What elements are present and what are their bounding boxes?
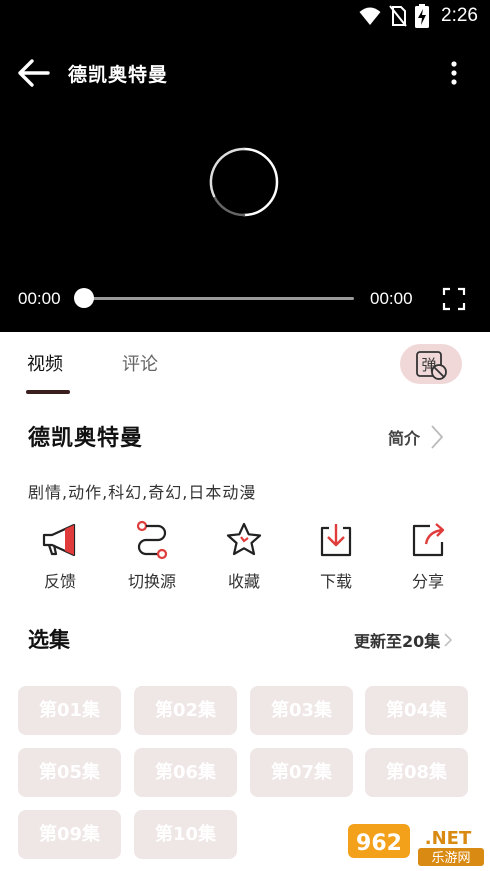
favorite-label: 收藏 <box>227 572 260 591</box>
seek-bar[interactable] <box>84 297 354 300</box>
status-bar: 2:26 <box>0 0 490 32</box>
player-top-bar: 德凯奥特曼 <box>0 52 490 92</box>
svg-text:962: 962 <box>356 831 402 856</box>
battery-charging-icon <box>415 4 430 28</box>
download-button[interactable]: 下载 <box>296 520 376 596</box>
episode-button[interactable]: 第03集 <box>250 686 353 735</box>
loading-spinner-icon <box>209 147 279 217</box>
site-watermark-logo: 962 .NET 乐游网 <box>348 824 484 866</box>
episode-button[interactable]: 第07集 <box>250 748 353 797</box>
feedback-button[interactable]: 反馈 <box>20 520 100 596</box>
video-player[interactable]: 2:26 德凯奥特曼 00:00 00:00 <box>0 0 490 332</box>
switch-source-icon <box>136 520 168 560</box>
total-time: 00:00 <box>370 289 413 308</box>
more-options-icon[interactable] <box>446 60 462 86</box>
episode-button[interactable]: 第06集 <box>134 748 237 797</box>
megaphone-icon <box>42 523 76 557</box>
switch-source-button[interactable]: 切换源 <box>112 520 192 596</box>
tab-comments[interactable]: 评论 <box>122 350 158 376</box>
episodes-update-label: 更新至20集 <box>354 632 441 651</box>
feedback-label: 反馈 <box>43 572 76 591</box>
episode-button[interactable]: 第04集 <box>365 686 468 735</box>
favorite-button[interactable]: 收藏 <box>204 520 284 596</box>
star-icon <box>226 522 262 556</box>
svg-text:.NET: .NET <box>425 828 472 849</box>
genre-tags: 剧情,动作,科幻,奇幻,日本动漫 <box>28 483 257 502</box>
download-label: 下载 <box>319 572 352 591</box>
video-title: 德凯奥特曼 <box>68 64 169 86</box>
episode-button[interactable]: 第02集 <box>134 686 237 735</box>
back-arrow-icon[interactable] <box>16 58 52 88</box>
switch-source-label: 切换源 <box>127 572 176 591</box>
wifi-icon <box>359 7 381 25</box>
episodes-title: 选集 <box>28 628 70 652</box>
tab-video[interactable]: 视频 <box>27 350 63 376</box>
fullscreen-icon[interactable] <box>442 287 466 311</box>
show-title: 德凯奥特曼 <box>28 426 144 451</box>
seek-thumb[interactable] <box>74 288 94 308</box>
danmaku-off-icon: 弹 <box>416 351 447 380</box>
share-icon <box>412 523 445 557</box>
current-time: 00:00 <box>18 289 61 308</box>
episode-button[interactable]: 第01集 <box>18 686 121 735</box>
share-button[interactable]: 分享 <box>388 520 468 596</box>
episode-button[interactable]: 第08集 <box>365 748 468 797</box>
action-row: 反馈 切换源 收藏 下载 分享 <box>0 520 490 596</box>
intro-label: 简介 <box>388 429 421 448</box>
player-controls: 00:00 00:00 <box>0 282 490 316</box>
intro-link[interactable]: 简介 <box>388 424 444 450</box>
svg-text:乐游网: 乐游网 <box>431 851 470 866</box>
danmaku-toggle[interactable]: 弹 <box>400 344 462 384</box>
episodes-update-link[interactable]: 更新至20集 <box>354 628 453 652</box>
chevron-right-icon <box>431 425 444 449</box>
share-label: 分享 <box>411 572 444 591</box>
tab-bar: 视频 评论 弹 <box>0 332 490 400</box>
no-sim-icon <box>389 5 407 27</box>
episode-button[interactable]: 第09集 <box>18 810 121 859</box>
status-time: 2:26 <box>441 5 478 26</box>
tab-underline <box>26 390 70 394</box>
download-icon <box>320 524 352 557</box>
episode-button[interactable]: 第10集 <box>134 810 237 859</box>
episode-button[interactable]: 第05集 <box>18 748 121 797</box>
chevron-right-icon <box>444 633 453 647</box>
